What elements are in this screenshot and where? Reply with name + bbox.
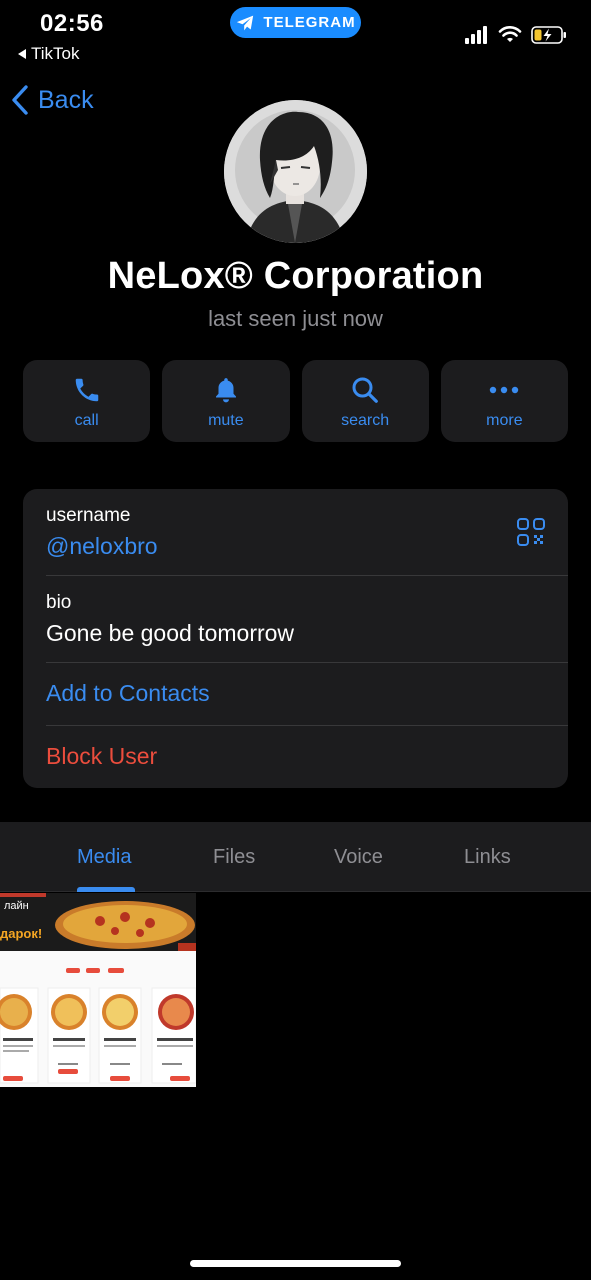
- banner-text-1: лайн: [4, 900, 29, 912]
- add-to-contacts-row[interactable]: Add to Contacts: [46, 680, 568, 707]
- divider: [46, 575, 568, 576]
- chevron-left-icon: [12, 85, 28, 115]
- username-row[interactable]: username @neloxbro: [46, 505, 568, 560]
- block-user-row[interactable]: Block User: [46, 743, 568, 770]
- username-label: username: [46, 505, 131, 526]
- block-user-button[interactable]: Block User: [46, 743, 568, 770]
- back-triangle-icon: [18, 49, 26, 59]
- call-label: call: [74, 412, 99, 429]
- tab-voice[interactable]: Voice: [334, 846, 383, 869]
- status-bar: 02:56 TikTok TELEGRAM: [0, 0, 591, 70]
- mute-button[interactable]: mute: [162, 360, 290, 442]
- back-app-label: TikTok: [31, 44, 80, 63]
- media-thumbnail[interactable]: лайн дарок!: [0, 893, 196, 1087]
- profile-name: NeLox® Corporation: [107, 255, 484, 297]
- status-time: 02:56: [40, 10, 104, 37]
- back-to-app-button[interactable]: TikTok: [18, 44, 80, 64]
- more-label: more: [486, 412, 523, 429]
- media-tabs: Media Files Voice Links: [0, 822, 591, 892]
- add-to-contacts-button[interactable]: Add to Contacts: [46, 680, 568, 707]
- back-button-label: Back: [38, 85, 94, 114]
- info-card: username @neloxbro bio Gone be good tomo…: [23, 489, 568, 788]
- tab-files[interactable]: Files: [213, 846, 255, 869]
- battery-charging-icon: [531, 26, 566, 44]
- wifi-icon: [498, 26, 522, 42]
- back-button[interactable]: Back: [10, 82, 94, 118]
- pizza-website-image: лайн дарок!: [0, 893, 196, 1087]
- telegram-pill[interactable]: TELEGRAM: [230, 7, 361, 38]
- more-icon: [490, 386, 519, 394]
- qr-code-icon[interactable]: [516, 517, 546, 547]
- phone-icon: [75, 378, 98, 402]
- bell-icon: [215, 378, 236, 403]
- home-indicator[interactable]: [190, 1260, 401, 1267]
- search-icon: [352, 377, 378, 403]
- divider: [46, 725, 568, 726]
- divider: [46, 662, 568, 663]
- bio-value: Gone be good tomorrow: [46, 620, 295, 646]
- mute-label: mute: [208, 412, 244, 429]
- profile-status: last seen just now: [208, 306, 383, 331]
- search-button[interactable]: search: [301, 360, 429, 442]
- tab-links[interactable]: Links: [464, 846, 511, 869]
- search-label: search: [341, 412, 390, 429]
- tab-media[interactable]: Media: [77, 846, 131, 869]
- action-buttons: call mute search more: [23, 360, 568, 442]
- banner-text-2: дарок!: [0, 926, 42, 941]
- avatar[interactable]: [224, 100, 367, 243]
- bio-row: bio Gone be good tomorrow: [46, 592, 568, 647]
- telegram-pill-label: TELEGRAM: [263, 14, 356, 31]
- system-icons: [465, 24, 567, 46]
- call-button[interactable]: call: [23, 360, 151, 442]
- avatar-image: [224, 100, 367, 243]
- username-value[interactable]: @neloxbro: [46, 533, 568, 560]
- more-button[interactable]: more: [440, 360, 568, 442]
- telegram-icon: [237, 15, 254, 30]
- bio-label: bio: [46, 592, 72, 613]
- active-tab-indicator: [77, 887, 135, 892]
- signal-icon: [465, 26, 487, 44]
